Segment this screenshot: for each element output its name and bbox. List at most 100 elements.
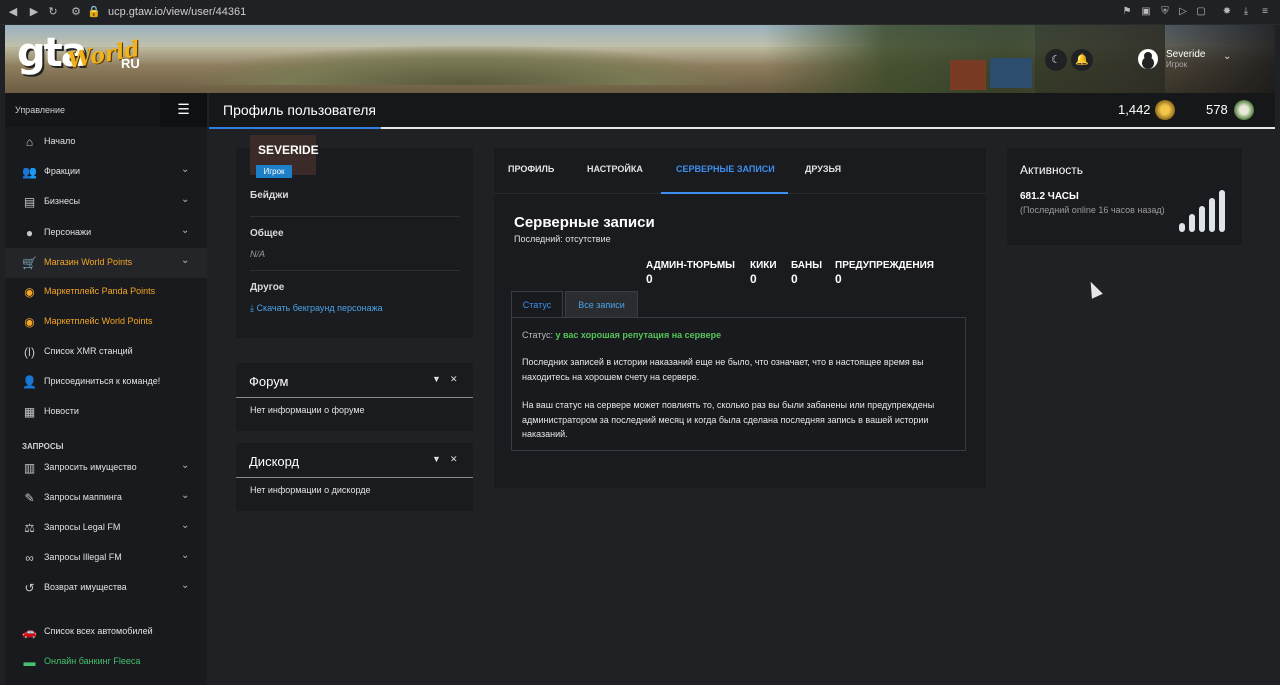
records-title: Серверные записи <box>514 214 655 231</box>
browser-toolbar: ◀ ▶ ↻ ⚙ 🔒 ucp.gtaw.io/view/user/44361 ⚑ … <box>0 0 1280 25</box>
banner-container <box>990 58 1032 88</box>
chevron-down-icon: ⌄ <box>181 520 190 531</box>
sidebar-header: Управление ☰ <box>5 93 207 127</box>
reload-icon[interactable]: ↻ <box>46 5 60 19</box>
sidebar-item-wp-market[interactable]: ◉ Маркетплейс World Points <box>5 307 207 337</box>
sidebar-item-label: Фракции <box>44 166 80 176</box>
site-logo[interactable]: gta World RU <box>17 30 147 80</box>
dark-mode-icon[interactable]: ☾ <box>1045 49 1067 71</box>
tab-settings[interactable]: НАСТРОЙКА <box>587 164 643 174</box>
coins-icon: ◉ <box>24 285 35 299</box>
activity-title: Активность <box>1020 163 1084 177</box>
collapse-icon[interactable]: ▼ <box>432 454 441 464</box>
status-line: Статус: у вас хорошая репутация на серве… <box>522 330 721 340</box>
extension-icon[interactable]: ✸ <box>1220 5 1234 19</box>
bell-icon[interactable]: 🔔 <box>1071 49 1093 71</box>
tab-profile[interactable]: ПРОФИЛЬ <box>508 164 554 174</box>
hamburger-icon[interactable]: ☰ <box>160 93 207 127</box>
sidebar-item-xmr[interactable]: (ǀ) Список XMR станций <box>5 337 207 367</box>
signal-bar <box>1199 206 1205 232</box>
user-icon: ● <box>25 226 34 240</box>
counter-label: АДМИН-ТЮРЬМЫ <box>646 260 735 271</box>
divider <box>236 397 473 398</box>
subtab-all-records[interactable]: Все записи <box>565 291 638 318</box>
briefcase-icon: ▤ <box>23 195 36 209</box>
download-link-label: Скачать бекграунд персонажа <box>256 303 383 313</box>
bookmark-icon[interactable]: ⚑ <box>1120 5 1134 19</box>
forum-body: Нет информации о форуме <box>250 405 365 415</box>
collapse-icon[interactable]: ▼ <box>432 374 441 384</box>
sidebar-item-illegal-fm[interactable]: ∞ Запросы Illegal FM ⌄ <box>5 543 207 573</box>
sidebar-item-label: Запросы Legal FM <box>44 522 121 532</box>
car-icon: 🚗 <box>22 625 37 639</box>
sidebar-item-request-property[interactable]: ▥ Запросить имущество ⌄ <box>5 453 207 483</box>
sidebar-item-join-team[interactable]: 👤 Присоединиться к команде! <box>5 367 207 397</box>
antenna-icon: (ǀ) <box>23 345 36 359</box>
close-icon[interactable]: ✕ <box>450 374 458 385</box>
sidebar-item-legal-fm[interactable]: ⚖ Запросы Legal FM ⌄ <box>5 513 207 543</box>
close-icon[interactable]: ✕ <box>450 454 458 465</box>
requests-section-label: ЗАПРОСЫ <box>22 442 64 451</box>
records-last: Последний: отсутствие <box>514 234 611 244</box>
sidebar-item-vehicles[interactable]: 🚗 Список всех автомобилей <box>5 617 207 647</box>
site-settings-icon[interactable]: ⚙ <box>69 5 83 19</box>
chevron-down-icon[interactable]: ⌄ <box>1223 51 1231 62</box>
counter-label: ПРЕДУПРЕЖДЕНИЯ <box>835 260 934 271</box>
panda-points-icon <box>1234 100 1254 120</box>
sidebar-item-news[interactable]: ▦ Новости <box>5 397 207 427</box>
activity-hours: 681.2 ЧАСЫ <box>1020 191 1079 202</box>
chevron-down-icon: ⌄ <box>181 550 190 561</box>
sidebar-item-label: Начало <box>44 136 76 146</box>
sidebar-item-factions[interactable]: 👥 Фракции ⌄ <box>5 157 207 187</box>
divider <box>250 216 460 217</box>
status-prefix: Статус: <box>522 330 553 340</box>
sidebar-item-wp-shop[interactable]: 🛒 Магазин World Points ⌄ <box>5 248 207 278</box>
tab-friends[interactable]: ДРУЗЬЯ <box>805 164 841 174</box>
screenshot-icon[interactable]: ▣ <box>1139 5 1153 19</box>
sidebar-item-label: Бизнесы <box>44 196 81 206</box>
sidebar-item-label: Запросы маппинга <box>44 492 122 502</box>
menu-icon[interactable]: ≡ <box>1258 5 1272 19</box>
records-panel: ПРОФИЛЬ НАСТРОЙКА СЕРВЕРНЫЕ ЗАПИСИ ДРУЗЬ… <box>494 148 986 488</box>
tab-server-records[interactable]: СЕРВЕРНЫЕ ЗАПИСИ <box>676 164 775 174</box>
download-icon[interactable]: ⤓ <box>1239 5 1253 19</box>
sidebar-item-label: Список всех автомобилей <box>44 626 153 636</box>
profile-card: SEVERIDE Игрок Бейджи Общее N/A Другое ⤓… <box>236 135 473 338</box>
mouse-cursor-icon <box>1085 279 1103 299</box>
back-icon[interactable]: ◀ <box>6 5 20 19</box>
sidebar-item-refund[interactable]: ↺ Возврат имущества ⌄ <box>5 573 207 603</box>
download-background-link[interactable]: ⤓ Скачать бекграунд персонажа <box>250 303 383 314</box>
sidebar-section-label: Управление <box>15 105 66 115</box>
user-plus-icon: 👤 <box>22 375 37 389</box>
sidebar-item-label: Возврат имущества <box>44 582 127 592</box>
counter-label: КИКИ <box>750 260 777 271</box>
subtab-status[interactable]: Статус <box>511 291 563 318</box>
play-icon[interactable]: ▷ <box>1176 5 1190 19</box>
sidebar-item-mapping[interactable]: ✎ Запросы маппинга ⌄ <box>5 483 207 513</box>
forward-icon[interactable]: ▶ <box>27 5 41 19</box>
sidebar-item-characters[interactable]: ● Персонажи ⌄ <box>5 218 207 248</box>
chevron-down-icon: ⌄ <box>181 490 190 501</box>
sidebar-item-label: Магазин World Points <box>44 257 133 267</box>
user-menu[interactable]: Severide Игрок ⌄ <box>1133 25 1275 93</box>
banner-landscape <box>185 45 745 85</box>
sidebar-item-home[interactable]: ⌂ Начало <box>5 127 207 157</box>
counter-value: 0 <box>791 272 798 286</box>
discord-title: Дискорд <box>249 454 300 469</box>
shield-icon[interactable]: ⛨ <box>1158 5 1172 19</box>
sidebar-item-businesses[interactable]: ▤ Бизнесы ⌄ <box>5 187 207 217</box>
sidebar-item-label: Онлайн банкинг Fleeca <box>44 656 141 666</box>
avatar <box>1138 49 1158 69</box>
chevron-down-icon: ⌄ <box>181 580 190 591</box>
cart-icon: 🛒 <box>22 256 37 270</box>
chevron-down-icon: ⌄ <box>181 194 190 205</box>
address-bar[interactable]: ucp.gtaw.io/view/user/44361 <box>108 6 246 18</box>
status-paragraph: Последних записей в истории наказаний ещ… <box>522 357 924 382</box>
coins-icon: ◉ <box>24 315 35 329</box>
panda-points-count: 578 <box>1206 102 1228 117</box>
sidebar-item-fleeca[interactable]: ▬ Онлайн банкинг Fleeca <box>5 647 207 677</box>
wallet-icon[interactable]: ▢ <box>1194 5 1208 19</box>
sidebar-item-panda-market[interactable]: ◉ Маркетплейс Panda Points <box>5 277 207 307</box>
lock-icon[interactable]: 🔒 <box>87 5 101 19</box>
divider <box>250 270 460 271</box>
